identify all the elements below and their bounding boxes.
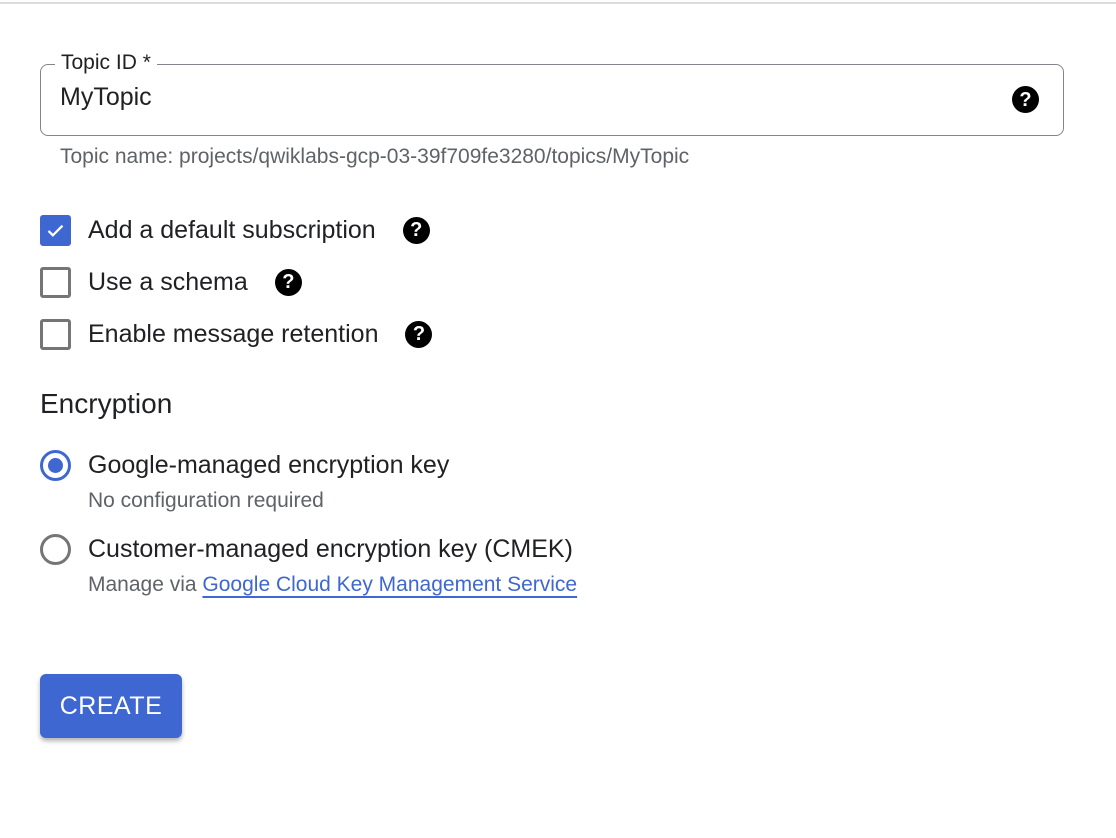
cmek-subtext-prefix: Manage via bbox=[88, 573, 203, 596]
topic-id-field[interactable]: Topic ID * ? bbox=[40, 50, 1064, 136]
topic-id-label: Topic ID * bbox=[55, 50, 157, 76]
checkmark-icon bbox=[47, 224, 64, 237]
create-button[interactable]: CREATE bbox=[40, 674, 182, 738]
cmek-option[interactable]: Customer-managed encryption key (CMEK) bbox=[40, 534, 573, 565]
help-circle-icon[interactable]: ? bbox=[274, 268, 302, 296]
help-circle-icon[interactable]: ? bbox=[1012, 86, 1039, 113]
use-schema-checkbox[interactable] bbox=[40, 266, 71, 298]
use-schema-option[interactable]: Use a schema ? bbox=[40, 266, 302, 298]
kms-link[interactable]: Google Cloud Key Management Service bbox=[202, 573, 577, 596]
top-divider bbox=[0, 2, 1116, 4]
topic-name-hint: Topic name: projects/qwiklabs-gcp-03-39f… bbox=[60, 145, 690, 168]
cmek-label: Customer-managed encryption key (CMEK) bbox=[88, 535, 573, 563]
default-subscription-option[interactable]: Add a default subscription ? bbox=[40, 214, 430, 246]
use-schema-label: Use a schema bbox=[88, 267, 248, 296]
help-circle-icon[interactable]: ? bbox=[402, 216, 430, 244]
google-managed-key-option[interactable]: Google-managed encryption key bbox=[40, 450, 449, 481]
topic-id-input[interactable] bbox=[60, 83, 990, 112]
google-managed-key-label: Google-managed encryption key bbox=[88, 451, 450, 479]
message-retention-label: Enable message retention bbox=[88, 319, 379, 348]
google-managed-key-subtext: No configuration required bbox=[88, 489, 324, 512]
default-subscription-label: Add a default subscription bbox=[88, 215, 376, 244]
message-retention-option[interactable]: Enable message retention ? bbox=[40, 318, 433, 350]
help-circle-icon[interactable]: ? bbox=[405, 320, 433, 348]
default-subscription-checkbox[interactable] bbox=[40, 214, 71, 246]
cmek-subtext: Manage via Google Cloud Key Management S… bbox=[88, 573, 577, 597]
cmek-radio[interactable] bbox=[40, 534, 71, 565]
google-managed-key-radio[interactable] bbox=[40, 450, 71, 481]
encryption-heading: Encryption bbox=[40, 388, 173, 419]
message-retention-checkbox[interactable] bbox=[40, 318, 71, 350]
